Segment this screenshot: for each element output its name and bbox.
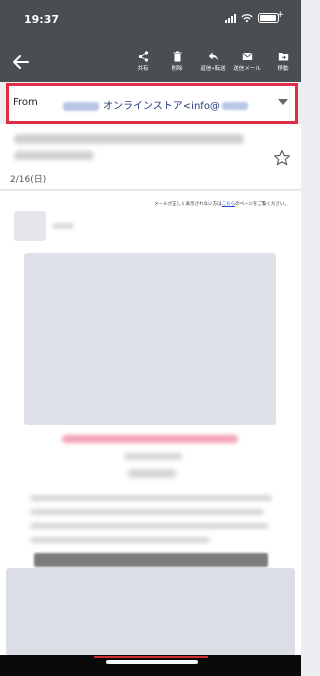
notice-suffix: のページをご覧ください。 xyxy=(235,202,289,207)
dark-button-redacted xyxy=(34,553,268,567)
mail-icon xyxy=(242,52,252,60)
share-label: 共有 xyxy=(137,66,149,72)
body-text-line xyxy=(30,537,210,543)
move-label: 移動 xyxy=(277,66,289,72)
bottom-strip xyxy=(0,655,301,676)
from-row[interactable]: From オンラインストア<info@ xyxy=(6,83,298,124)
sent-mail-button[interactable]: 送信メール xyxy=(230,51,264,72)
move-button[interactable]: 移動 xyxy=(266,51,300,72)
delete-button[interactable]: 削除 xyxy=(160,51,194,72)
shop-logo-image xyxy=(14,211,46,241)
toolbar: 共有 削除 返信•転送 送信メール 移動 xyxy=(0,40,301,82)
status-icons xyxy=(225,10,284,23)
red-accent-line xyxy=(94,656,208,658)
wifi-icon xyxy=(241,13,253,22)
home-indicator[interactable] xyxy=(106,660,198,664)
bottom-banner-image[interactable] xyxy=(6,568,295,656)
body-text-line xyxy=(30,495,272,501)
share-icon xyxy=(138,51,148,62)
notice-prefix: メールが正しく表示されない方は xyxy=(154,202,222,207)
subheading-redacted xyxy=(124,453,182,460)
status-bar: 19:37 xyxy=(0,0,301,40)
from-label: From xyxy=(13,97,38,108)
status-time: 19:37 xyxy=(24,13,60,26)
delete-label: 削除 xyxy=(171,66,183,72)
display-notice: メールが正しく表示されない方はこちらのページをご覧ください。 xyxy=(154,201,289,207)
battery-icon xyxy=(258,10,284,23)
reply-forward-label: 返信•転送 xyxy=(200,66,226,72)
body-text-line xyxy=(30,523,268,529)
reply-forward-button[interactable]: 返信•転送 xyxy=(196,51,230,72)
from-value-text: オンラインストア<info@ xyxy=(103,101,220,112)
dropdown-triangle-icon[interactable] xyxy=(278,99,288,105)
subject-line-redacted xyxy=(14,134,244,144)
banner-image[interactable] xyxy=(24,253,276,425)
trash-icon xyxy=(173,51,181,62)
reply-icon xyxy=(208,52,218,61)
logo-text-redacted xyxy=(52,223,74,229)
notice-link[interactable]: こちら xyxy=(222,202,236,207)
star-icon[interactable] xyxy=(273,149,291,167)
sent-mail-label: 送信メール xyxy=(233,66,261,72)
message-date: 2/16(日) xyxy=(10,175,47,185)
folder-move-icon xyxy=(278,53,288,61)
subheading-2-redacted xyxy=(128,469,176,478)
share-button[interactable]: 共有 xyxy=(126,51,160,72)
sender-domain-redacted xyxy=(221,102,248,110)
subject-line-2-redacted xyxy=(14,151,94,160)
from-address: オンラインストア<info@ xyxy=(63,97,248,112)
sender-name-redacted xyxy=(63,101,99,111)
headline-redacted xyxy=(62,435,238,443)
back-arrow-icon[interactable] xyxy=(10,51,32,73)
body-text-line xyxy=(30,509,264,515)
signal-icon xyxy=(225,13,236,23)
subject-area: 2/16(日) xyxy=(0,124,301,190)
